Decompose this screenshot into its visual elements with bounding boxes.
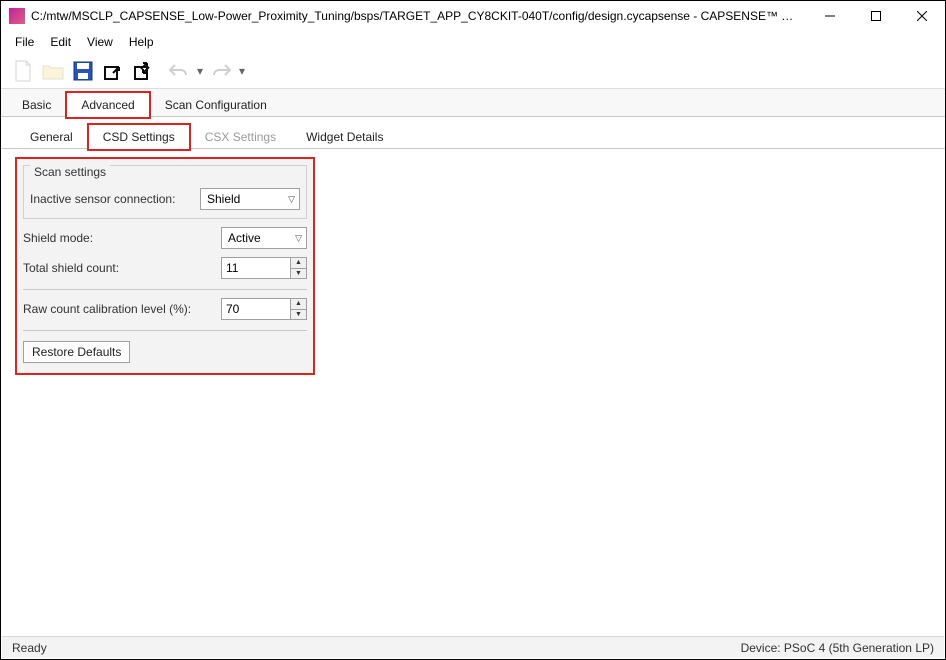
total-shield-row: Total shield count: ▲ ▼: [23, 257, 307, 279]
csd-settings-panel: Scan settings Inactive sensor connection…: [15, 157, 315, 375]
undo-dropdown-icon[interactable]: ▾: [195, 64, 205, 78]
maximize-button[interactable]: [853, 1, 899, 31]
statusbar: Ready Device: PSoC 4 (5th Generation LP): [2, 636, 944, 658]
menu-view[interactable]: View: [79, 33, 121, 51]
raw-count-spinner[interactable]: ▲ ▼: [221, 298, 307, 320]
tab-basic[interactable]: Basic: [7, 92, 66, 117]
undo-button[interactable]: [165, 57, 193, 85]
close-button[interactable]: [899, 1, 945, 31]
menu-edit[interactable]: Edit: [42, 33, 79, 51]
redo-button[interactable]: [207, 57, 235, 85]
divider: [23, 330, 307, 331]
divider: [23, 289, 307, 290]
raw-count-label: Raw count calibration level (%):: [23, 302, 221, 316]
chevron-down-icon: ▽: [288, 194, 295, 205]
new-file-button[interactable]: [9, 57, 37, 85]
save-button[interactable]: [69, 57, 97, 85]
tab-advanced[interactable]: Advanced: [66, 92, 149, 118]
shield-mode-select[interactable]: Active ▽: [221, 227, 307, 249]
status-device: Device: PSoC 4 (5th Generation LP): [741, 641, 934, 655]
sub-tab-csx-settings[interactable]: CSX Settings: [190, 124, 291, 149]
export-button[interactable]: [129, 57, 157, 85]
raw-count-input[interactable]: [222, 299, 290, 319]
spin-up-icon[interactable]: ▲: [291, 299, 306, 310]
redo-dropdown-icon[interactable]: ▾: [237, 64, 247, 78]
sub-tab-widget-details[interactable]: Widget Details: [291, 124, 398, 149]
shield-mode-value: Active: [228, 231, 261, 245]
status-ready: Ready: [12, 641, 47, 655]
restore-defaults-button[interactable]: Restore Defaults: [23, 341, 130, 363]
spin-up-icon[interactable]: ▲: [291, 258, 306, 269]
raw-count-row: Raw count calibration level (%): ▲ ▼: [23, 298, 307, 320]
shield-mode-row: Shield mode: Active ▽: [23, 227, 307, 249]
app-icon: [9, 8, 25, 24]
total-shield-input[interactable]: [222, 258, 290, 278]
total-shield-label: Total shield count:: [23, 261, 221, 275]
content-area: Scan settings Inactive sensor connection…: [1, 149, 945, 383]
window-title: C:/mtw/MSCLP_CAPSENSE_Low-Power_Proximit…: [31, 9, 807, 23]
main-tab-row: Basic Advanced Scan Configuration: [1, 89, 945, 117]
tab-scan-configuration[interactable]: Scan Configuration: [150, 92, 282, 117]
menu-file[interactable]: File: [7, 33, 42, 51]
import-button[interactable]: [99, 57, 127, 85]
sub-tab-row: General CSD Settings CSX Settings Widget…: [1, 119, 945, 149]
open-file-button[interactable]: [39, 57, 67, 85]
minimize-button[interactable]: [807, 1, 853, 31]
spin-down-icon[interactable]: ▼: [291, 310, 306, 320]
inactive-sensor-select[interactable]: Shield ▽: [200, 188, 300, 210]
spin-down-icon[interactable]: ▼: [291, 269, 306, 279]
sub-tab-general[interactable]: General: [15, 124, 88, 149]
sub-tab-csd-settings[interactable]: CSD Settings: [88, 124, 190, 150]
menu-help[interactable]: Help: [121, 33, 162, 51]
inactive-sensor-label: Inactive sensor connection:: [30, 192, 200, 206]
titlebar: C:/mtw/MSCLP_CAPSENSE_Low-Power_Proximit…: [1, 1, 945, 31]
inactive-sensor-value: Shield: [207, 192, 240, 206]
chevron-down-icon: ▽: [295, 233, 302, 244]
total-shield-spinner[interactable]: ▲ ▼: [221, 257, 307, 279]
scan-settings-title: Scan settings: [30, 165, 110, 179]
shield-mode-label: Shield mode:: [23, 231, 221, 245]
toolbar: ▾ ▾: [1, 53, 945, 89]
inactive-sensor-row: Inactive sensor connection: Shield ▽: [30, 188, 300, 210]
menubar: File Edit View Help: [1, 31, 945, 53]
window-controls: [807, 1, 945, 31]
scan-settings-group: Scan settings Inactive sensor connection…: [23, 165, 307, 219]
